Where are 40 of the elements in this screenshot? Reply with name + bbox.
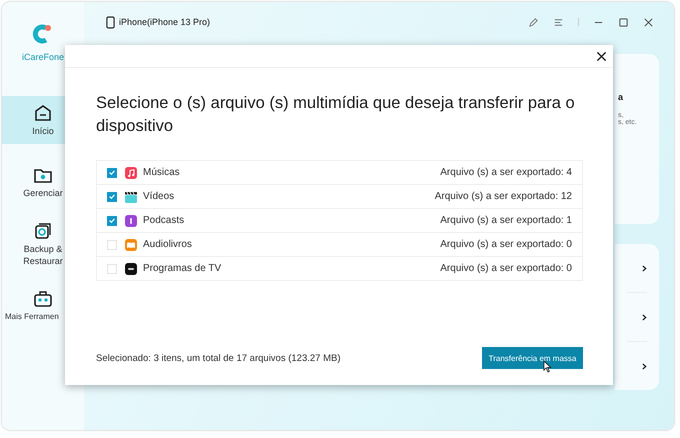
home-icon — [33, 102, 53, 123]
dialog-title: Selecione o (s) arquivo (s) multimídia que deseja transferir para o dispositivo — [96, 93, 576, 137]
cursor-icon — [543, 360, 552, 373]
book-app-icon — [125, 238, 137, 250]
close-icon[interactable] — [596, 50, 607, 62]
media-label: Programas de TV — [143, 263, 222, 274]
edit-icon[interactable] — [528, 16, 539, 28]
chevron-icon[interactable] — [642, 264, 647, 272]
export-count: Arquivo (s) a ser exportado: 1 — [440, 215, 572, 226]
export-count: Arquivo (s) a ser exportado: 12 — [434, 191, 572, 202]
media-label: Músicas — [143, 167, 180, 178]
export-count: Arquivo (s) a ser exportado: 0 — [440, 263, 572, 274]
toolbox-icon — [33, 289, 53, 310]
media-label: Vídeos — [143, 191, 174, 202]
podcast-app-icon — [125, 214, 137, 226]
phone-icon — [106, 16, 115, 28]
export-count: Arquivo (s) a ser exportado: 4 — [440, 167, 572, 178]
clapperboard-icon — [125, 190, 137, 202]
backup-icon — [33, 220, 53, 241]
music-app-icon — [125, 166, 137, 178]
close-icon[interactable] — [643, 16, 654, 28]
card-text: a — [618, 92, 624, 102]
sidebar-item[interactable]: Backup & Restaurar — [2, 220, 84, 268]
checkbox[interactable] — [107, 192, 117, 202]
export-count: Arquivo (s) a ser exportado: 0 — [440, 239, 572, 250]
maximize-icon[interactable] — [618, 16, 629, 28]
device-title: iPhone(iPhone 13 Pro) — [119, 17, 210, 27]
tv-app-icon — [125, 262, 137, 274]
media-label: Audiolivros — [143, 239, 192, 250]
media-label: Podcasts — [143, 215, 184, 226]
chevron-icon[interactable] — [642, 362, 647, 370]
chevron-icon[interactable] — [642, 314, 647, 320]
checkbox[interactable] — [107, 168, 117, 178]
bulk-transfer-button[interactable]: Transferência em massa — [482, 347, 583, 369]
selection-summary: Selecionado: 3 itens, um total de 17 arquivos (123.27 MB) — [96, 352, 341, 364]
app-name: iCareFone — [22, 52, 64, 62]
sidebar-item[interactable]: Gerenciar — [2, 158, 84, 206]
checkbox[interactable] — [107, 216, 117, 226]
sidebar-item[interactable]: Mais Ferramen — [2, 282, 84, 330]
menu-icon[interactable] — [553, 16, 564, 28]
